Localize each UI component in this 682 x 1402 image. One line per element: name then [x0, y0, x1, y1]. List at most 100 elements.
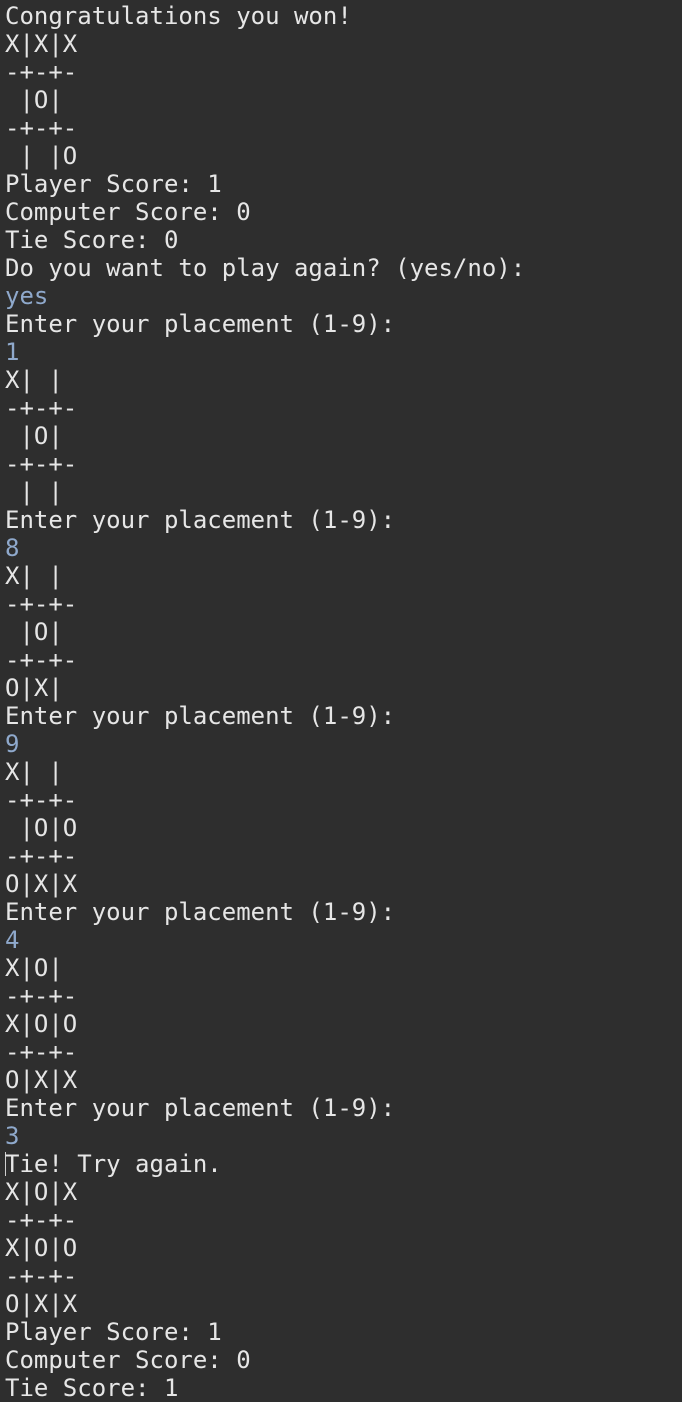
console-output-line: X|X|X	[5, 30, 682, 58]
console-line-text: Tie Score: 1	[5, 1374, 179, 1402]
console-output-line: -+-+-	[5, 590, 682, 618]
console-output-line: Tie Score: 1	[5, 1374, 682, 1402]
console-line-text: |O|	[5, 422, 63, 450]
console-line-text: Enter your placement (1-9):	[5, 1094, 396, 1122]
console-line-text: O|X|	[5, 674, 63, 702]
console-output-line: O|X|	[5, 674, 682, 702]
console-output-line: -+-+-	[5, 982, 682, 1010]
console-line-text: X|O|O	[5, 1010, 78, 1038]
console-output-line: Tie! Try again.	[5, 1150, 682, 1178]
console-output-line: O|X|X	[5, 1066, 682, 1094]
console-line-text: -+-+-	[5, 450, 78, 478]
console-output-line: X| |	[5, 366, 682, 394]
console-output-line: X|O|X	[5, 1178, 682, 1206]
console-line-text: X| |	[5, 758, 63, 786]
console-line-text: -+-+-	[5, 646, 78, 674]
console-output-line: -+-+-	[5, 1038, 682, 1066]
console-output-line: -+-+-	[5, 842, 682, 870]
console-line-text: Enter your placement (1-9):	[5, 898, 396, 926]
console-output-line: -+-+-	[5, 786, 682, 814]
console-user-input-line: 8	[5, 534, 682, 562]
console-line-text: X|O|	[5, 954, 63, 982]
console-output-line: Enter your placement (1-9):	[5, 1094, 682, 1122]
console-line-text: -+-+-	[5, 786, 78, 814]
console-line-text: O|X|X	[5, 1290, 78, 1318]
console-output-line: -+-+-	[5, 58, 682, 86]
console-user-input-line: yes	[5, 282, 682, 310]
console-output-line: -+-+-	[5, 114, 682, 142]
console-line-text: X|O|X	[5, 1178, 78, 1206]
console-line-text: Computer Score: 0	[5, 1346, 251, 1374]
console-line-text: 3	[5, 1122, 20, 1150]
console-line-text: Player Score: 1	[5, 170, 222, 198]
console-output-line: X|O|O	[5, 1010, 682, 1038]
console-line-text: O|X|X	[5, 870, 78, 898]
console-line-text: -+-+-	[5, 58, 78, 86]
console-line-text: O|X|X	[5, 1066, 78, 1094]
console-line-text: Enter your placement (1-9):	[5, 702, 396, 730]
console-output-line: |O|	[5, 618, 682, 646]
console-user-input-line: 4	[5, 926, 682, 954]
console-line-text: Congratulations you won!	[5, 2, 352, 30]
console-output-line: Enter your placement (1-9):	[5, 310, 682, 338]
console-line-text: -+-+-	[5, 1206, 78, 1234]
console-line-text: Tie Score: 0	[5, 226, 179, 254]
console-output-line: -+-+-	[5, 1206, 682, 1234]
console-output-line: Enter your placement (1-9):	[5, 702, 682, 730]
console-output-line: | |	[5, 478, 682, 506]
console-output-line: X| |	[5, 758, 682, 786]
console-line-text: |O|	[5, 618, 63, 646]
console-line-text: -+-+-	[5, 842, 78, 870]
console-output-line: | |O	[5, 142, 682, 170]
console-line-text: yes	[5, 282, 49, 310]
console-output-line: Do you want to play again? (yes/no):	[5, 254, 682, 282]
console-output[interactable]: Congratulations you won! X|X|X -+-+- |O| -+…	[0, 0, 682, 1402]
console-output-line: -+-+-	[5, 646, 682, 674]
console-line-text: |O|O	[5, 814, 78, 842]
console-output-line: Enter your placement (1-9):	[5, 898, 682, 926]
console-line-text: -+-+-	[5, 114, 78, 142]
console-line-text: -+-+-	[5, 394, 78, 422]
console-line-text: |O|	[5, 86, 63, 114]
console-output-line: Tie Score: 0	[5, 226, 682, 254]
console-output-line: X|O|O	[5, 1234, 682, 1262]
console-output-line: -+-+-	[5, 450, 682, 478]
console-output-line: O|X|X	[5, 1290, 682, 1318]
console-line-text: -+-+-	[5, 1038, 78, 1066]
console-line-text: Enter your placement (1-9):	[5, 506, 396, 534]
console-line-text: -+-+-	[5, 982, 78, 1010]
console-output-line: |O|O	[5, 814, 682, 842]
console-line-text: Computer Score: 0	[5, 198, 251, 226]
console-output-line: Player Score: 1	[5, 170, 682, 198]
console-user-input-line: 1	[5, 338, 682, 366]
console-line-text: | |	[5, 478, 63, 506]
console-output-line: O|X|X	[5, 870, 682, 898]
console-line-text: 9	[5, 730, 20, 758]
console-line-text: | |O	[5, 142, 78, 170]
console-output-line: |O|	[5, 86, 682, 114]
console-line-text: Do you want to play again? (yes/no):	[5, 254, 526, 282]
console-line-text: X|O|O	[5, 1234, 78, 1262]
console-line-text: X| |	[5, 562, 63, 590]
console-output-line: -+-+-	[5, 1262, 682, 1290]
console-line-text: X| |	[5, 366, 63, 394]
console-output-line: Congratulations you won!	[5, 2, 682, 30]
console-line-text: Tie! Try again.	[5, 1150, 222, 1178]
console-output-line: Enter your placement (1-9):	[5, 506, 682, 534]
console-line-text: -+-+-	[5, 590, 78, 618]
console-line-text: Enter your placement (1-9):	[5, 310, 396, 338]
console-output-line: Computer Score: 0	[5, 1346, 682, 1374]
console-user-input-line: 3	[5, 1122, 682, 1150]
console-output-line: Computer Score: 0	[5, 198, 682, 226]
console-line-text: 1	[5, 338, 20, 366]
console-line-text: 8	[5, 534, 20, 562]
console-output-line: X| |	[5, 562, 682, 590]
console-line-text: Player Score: 1	[5, 1318, 222, 1346]
console-output-line: X|O|	[5, 954, 682, 982]
console-output-line: |O|	[5, 422, 682, 450]
console-output-line: Player Score: 1	[5, 1318, 682, 1346]
console-output-line: -+-+-	[5, 394, 682, 422]
console-line-text: 4	[5, 926, 20, 954]
console-line-text: X|X|X	[5, 30, 78, 58]
console-user-input-line: 9	[5, 730, 682, 758]
